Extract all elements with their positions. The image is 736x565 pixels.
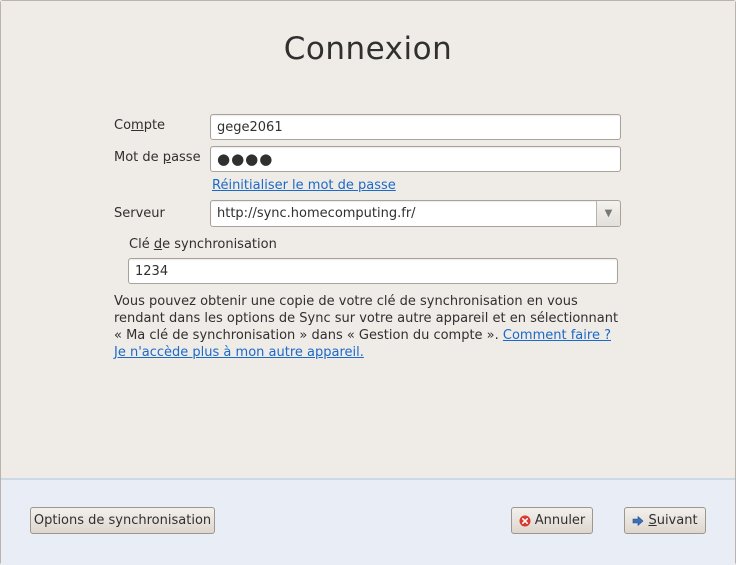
password-label: Mot de passe (114, 150, 201, 165)
sync-options-label: Options de synchronisation (33, 513, 212, 528)
dropdown-arrow-icon[interactable]: ▼ (596, 201, 620, 226)
account-label: Compte (114, 118, 166, 133)
next-button[interactable]: Suivant (624, 507, 706, 534)
help-text: Vous pouvez obtenir une copie de votre c… (114, 293, 626, 361)
server-label: Serveur (114, 206, 165, 221)
sync-key-value: 1234 (135, 263, 169, 279)
reset-password-link[interactable]: Réinitialiser le mot de passe (212, 178, 396, 193)
login-pane (1, 1, 735, 478)
page-title: Connexion (283, 31, 453, 67)
no-access-link[interactable]: Je n'accède plus à mon autre appareil. (114, 345, 364, 360)
cancel-label: Annuler (534, 513, 586, 528)
cancel-button[interactable]: Annuler (511, 507, 593, 534)
sync-key-input[interactable]: 1234 (128, 258, 618, 284)
server-combobox[interactable]: http://sync.homecomputing.fr/ ▼ (210, 200, 621, 227)
account-input[interactable]: gege2061 (210, 114, 621, 140)
account-value: gege2061 (217, 119, 283, 135)
password-input[interactable]: ●●●● (210, 146, 621, 172)
next-label: Suivant (648, 513, 698, 528)
how-to-link[interactable]: Comment faire ? (503, 328, 611, 343)
password-value: ●●●● (217, 150, 274, 168)
red-circle-x-icon (519, 515, 531, 526)
blue-arrow-right-icon (633, 515, 644, 526)
sync-key-label: Clé de synchronisation (129, 237, 277, 252)
sync-options-button[interactable]: Options de synchronisation (30, 507, 215, 534)
server-value: http://sync.homecomputing.fr/ (217, 206, 416, 221)
